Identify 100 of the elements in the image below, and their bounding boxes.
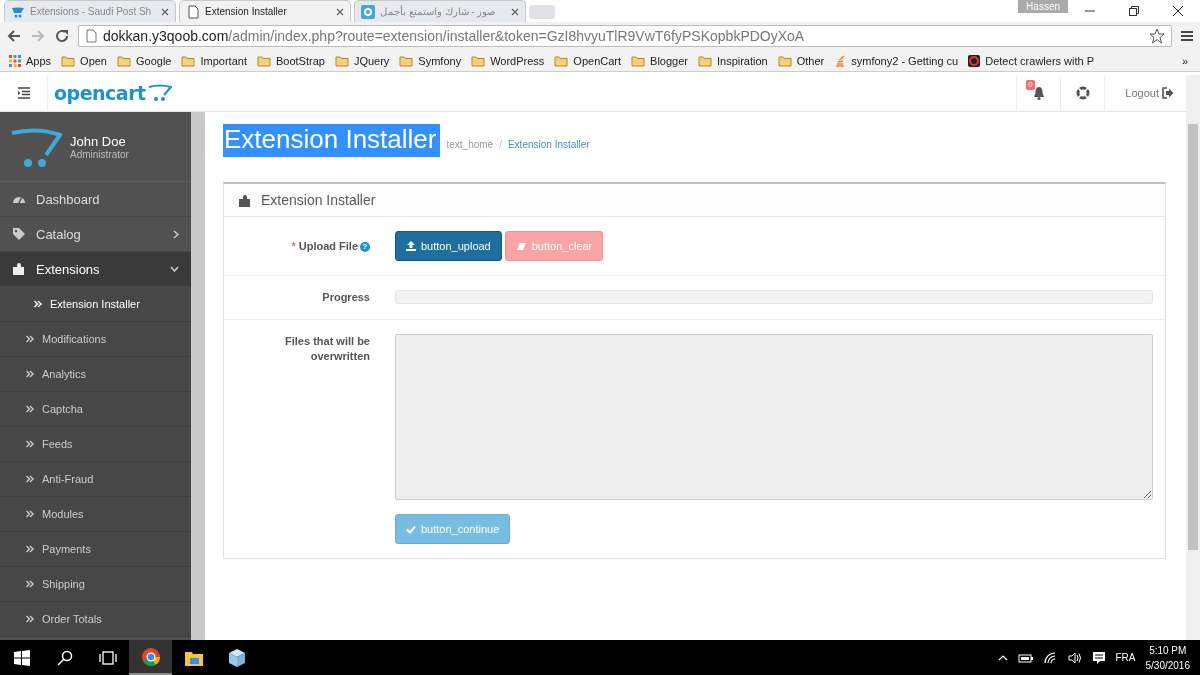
sidebar-submenu-item[interactable]: Order Totals: [0, 602, 191, 637]
bookmark[interactable]: JQuery: [329, 54, 395, 67]
eraser-icon: [515, 241, 527, 251]
restore-icon[interactable]: [1129, 6, 1139, 16]
star-icon[interactable]: [1149, 28, 1165, 44]
double-chevron-icon: [34, 300, 42, 308]
folder-icon: [777, 54, 792, 67]
bell-icon: [1032, 86, 1045, 100]
field-label: Progress: [321, 290, 370, 305]
search-icon[interactable]: [56, 649, 73, 666]
folder-icon: [256, 54, 271, 67]
upload-button[interactable]: button_upload: [395, 231, 502, 261]
sidebar-submenu-item[interactable]: Modifications: [0, 322, 191, 357]
menu-icon[interactable]: [16, 87, 31, 99]
bookmark[interactable]: Apps: [4, 54, 57, 67]
cart-icon: [147, 84, 172, 102]
puzzle-icon: [12, 262, 26, 276]
folder-icon: [399, 54, 414, 67]
bookmark[interactable]: OpenCart: [549, 54, 627, 67]
sidebar-submenu-item[interactable]: Captcha: [0, 392, 191, 427]
wifi-icon[interactable]: [1043, 651, 1058, 664]
breadcrumb-link[interactable]: Extension Installer: [507, 139, 590, 157]
double-chevron-icon: [26, 440, 34, 448]
sidebar-scrollbar[interactable]: [191, 112, 205, 640]
chevron-down-icon: [170, 266, 179, 272]
folder-icon: [181, 54, 196, 67]
bookmark[interactable]: Other: [772, 54, 830, 67]
double-chevron-icon: [26, 615, 34, 623]
sidebar-submenu-item[interactable]: Analytics: [0, 357, 191, 392]
bookmark[interactable]: Open: [56, 54, 112, 67]
scrollbar[interactable]: [1186, 74, 1200, 112]
stack-icon: [834, 54, 847, 67]
sidebar-submenu-item[interactable]: Extension Installer: [0, 287, 191, 322]
double-chevron-icon: [26, 545, 34, 553]
browser-icon[interactable]: [140, 646, 161, 667]
check-icon: [406, 524, 416, 534]
speaker-icon[interactable]: [1067, 651, 1082, 664]
double-chevron-icon: [26, 580, 34, 588]
battery-icon[interactable]: [1017, 652, 1034, 663]
notification-count: 0: [1026, 79, 1035, 90]
breadcrumb-separator: /: [499, 139, 502, 152]
sidebar-submenu-item[interactable]: Payments: [0, 532, 191, 567]
folder-icon: [334, 54, 349, 67]
clock-time[interactable]: 5:10 PM: [1145, 642, 1190, 658]
task-view-icon[interactable]: [98, 649, 117, 666]
bookmark[interactable]: WordPress: [466, 54, 550, 67]
page-icon: [186, 4, 200, 19]
field-label: Files that will be overwritten: [284, 334, 370, 364]
double-chevron-icon: [26, 405, 34, 413]
chevron-right-icon: [173, 229, 179, 239]
page-title: Extension Installer: [223, 124, 441, 157]
folder-icon: [631, 54, 646, 67]
bookmark[interactable]: Inspiration: [692, 54, 773, 67]
sidebar-submenu-item[interactable]: Shipping: [0, 567, 191, 602]
close-icon[interactable]: [1173, 6, 1183, 16]
bookmark[interactable]: Google: [112, 54, 177, 67]
clock-date[interactable]: 5/30/2016: [1145, 657, 1190, 673]
bookmark[interactable]: BootStrap: [251, 54, 330, 67]
notification-icon[interactable]: [1091, 650, 1106, 665]
bookmark[interactable]: Detect crawlers with P: [963, 54, 1100, 67]
panel-title: Extension Installer: [261, 192, 376, 208]
apps-icon: [9, 54, 21, 67]
user-role: Administrator: [70, 148, 129, 160]
folder-icon: [117, 54, 131, 67]
bookmark[interactable]: Important: [176, 54, 252, 67]
help-icon[interactable]: ?: [360, 242, 370, 252]
sidebar-submenu-item[interactable]: Feeds: [0, 427, 191, 462]
field-label: * Upload File: [291, 240, 358, 252]
windows-icon[interactable]: [13, 649, 30, 666]
chevron-up-icon[interactable]: [997, 654, 1008, 661]
site-icon: [968, 54, 981, 67]
sign-out-icon: [1162, 87, 1174, 99]
folder-icon: [471, 54, 486, 67]
reload-icon[interactable]: [54, 28, 70, 44]
sidebar-submenu-item[interactable]: Modules: [0, 497, 191, 532]
more-bookmarks[interactable]: »: [1173, 54, 1196, 67]
sidebar-menu-item[interactable]: Extensions: [0, 252, 191, 287]
folder-icon: [554, 54, 569, 67]
bookmark[interactable]: symfony2 - Getting cu: [829, 54, 964, 67]
double-chevron-icon: [26, 475, 34, 483]
scrollbar[interactable]: [1186, 112, 1200, 640]
puzzle-icon: [238, 193, 251, 207]
folder-icon: [61, 54, 76, 67]
language-indicator[interactable]: FRA: [1115, 652, 1136, 663]
browser-tab[interactable]: Extension Installer: [179, 0, 351, 22]
bookmark[interactable]: Blogger: [626, 54, 693, 67]
user-name: John Doe: [70, 133, 127, 149]
upload-icon: [406, 241, 416, 251]
cube-icon[interactable]: [227, 647, 246, 668]
menu-icon[interactable]: [1180, 29, 1194, 43]
address-bar[interactable]: dokkan.y3qoob.com/admin/index.php?route=extension/installer&token=GzI8hvyuTlR9VwT6fyPSKopbkPDOyXoA: [78, 25, 1172, 47]
back-icon[interactable]: [6, 28, 22, 44]
lifebuoy-icon: [1075, 86, 1090, 100]
url-text: dokkan.y3qoob.com/admin/index.php?route=extension/installer&token=GzI8hvyuTlR9VwT6fyPSKopbkPDOyXoA: [103, 28, 805, 44]
tag-icon: [12, 227, 26, 241]
logo-text: opencart: [54, 82, 146, 104]
sidebar-submenu-item[interactable]: Anti-Fraud: [0, 462, 191, 497]
bookmark[interactable]: Symfony: [394, 54, 467, 67]
page-icon: [85, 29, 97, 43]
camera-icon: [361, 4, 375, 19]
